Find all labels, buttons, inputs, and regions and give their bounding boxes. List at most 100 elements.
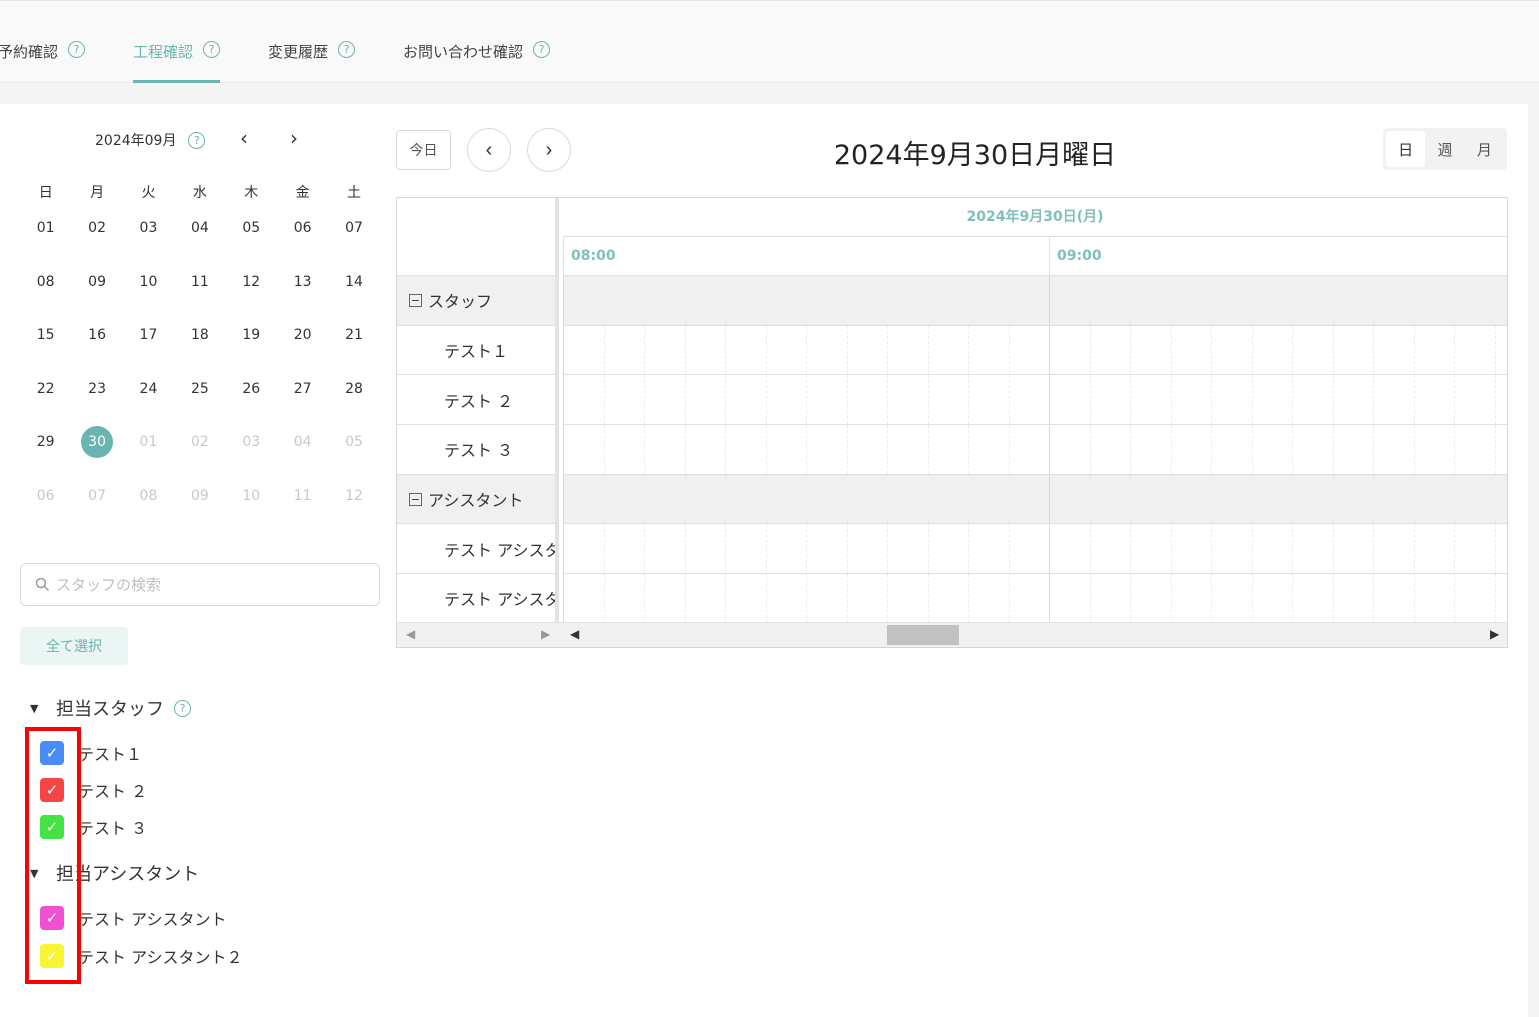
today-button[interactable]: 今日 (396, 130, 451, 170)
help-icon[interactable]: ? (338, 41, 356, 58)
calendar-day[interactable]: 04 (277, 426, 328, 480)
tab-history[interactable]: 変更履歴 ? (268, 41, 356, 83)
timeline-row[interactable] (563, 375, 1507, 426)
calendar-day[interactable]: 07 (71, 480, 122, 534)
staff-group-header[interactable]: ▼ 担当スタッフ ? (30, 695, 191, 721)
slot-gridline (887, 524, 888, 574)
calendar-day[interactable]: 20 (277, 319, 328, 373)
view-week-button[interactable]: 週 (1425, 131, 1464, 167)
calendar-day[interactable]: 11 (174, 266, 225, 320)
slot-gridline (644, 524, 645, 574)
calendar-day[interactable]: 29 (20, 426, 71, 480)
timeline-row[interactable] (563, 574, 1507, 624)
slot-gridline (603, 524, 605, 574)
calendar-day[interactable]: 24 (123, 373, 174, 427)
calendar-day[interactable]: 14 (328, 266, 379, 320)
day-number: 12 (345, 487, 363, 504)
calendar-day[interactable]: 09 (71, 266, 122, 320)
calendar-day[interactable]: 01 (123, 426, 174, 480)
mini-calendar-next-button[interactable]: › (290, 126, 298, 150)
slot-gridline (846, 524, 848, 574)
resource-label: アシスタント (428, 491, 524, 511)
slot-gridline (1413, 474, 1415, 524)
collapse-icon[interactable]: − (409, 293, 422, 307)
calendar-day[interactable]: 12 (328, 480, 379, 534)
calendar-day[interactable]: 04 (174, 212, 225, 266)
tab-reservations[interactable]: 予約確認 ? (0, 41, 86, 83)
calendar-day[interactable]: 09 (174, 480, 225, 534)
calendar-day[interactable]: 10 (123, 266, 174, 320)
caret-down-icon[interactable]: ▼ (30, 702, 46, 715)
tab-inquiries[interactable]: お問い合わせ確認 ? (403, 41, 551, 83)
slot-gridline (1373, 325, 1374, 375)
scrollbar-thumb[interactable] (887, 625, 959, 645)
mini-calendar-prev-button[interactable]: ‹ (240, 126, 248, 150)
hour-gridline (1049, 425, 1050, 474)
timeline-row[interactable] (563, 425, 1507, 475)
calendar-day[interactable]: 06 (277, 212, 328, 266)
calendar-day[interactable]: 27 (277, 373, 328, 427)
calendar-day[interactable]: 11 (277, 480, 328, 534)
help-icon[interactable]: ? (533, 41, 551, 58)
calendar-day[interactable]: 08 (20, 266, 71, 320)
calendar-day[interactable]: 21 (328, 319, 379, 373)
checkbox-label: テスト１ (78, 745, 143, 764)
resource-group-row[interactable]: − スタッフ (397, 276, 555, 326)
calendar-day[interactable]: 28 (328, 373, 379, 427)
hour-gridline (1049, 574, 1050, 623)
calendar-day[interactable]: 10 (226, 480, 277, 534)
calendar-day[interactable]: 12 (226, 266, 277, 320)
calendar-day[interactable]: 03 (123, 212, 174, 266)
help-icon[interactable]: ? (203, 41, 221, 58)
timeline-row[interactable] (563, 524, 1507, 575)
scroll-right-icon[interactable]: ▶ (1490, 627, 1499, 641)
calendar-day[interactable]: 02 (174, 426, 225, 480)
collapse-icon[interactable]: − (409, 492, 422, 506)
timeline-area[interactable]: 2024年9月30日(月) 08:00 09:00 (563, 198, 1507, 647)
calendar-day[interactable]: 03 (226, 426, 277, 480)
tab-process[interactable]: 工程確認 ? (133, 41, 221, 83)
slot-gridline (765, 425, 767, 474)
calendar-day[interactable]: 15 (20, 319, 71, 373)
timeline-row[interactable] (563, 325, 1507, 376)
view-month-button[interactable]: 月 (1465, 131, 1504, 167)
calendar-day[interactable]: 01 (20, 212, 71, 266)
help-icon[interactable]: ? (188, 131, 206, 149)
calendar-day[interactable]: 05 (328, 426, 379, 480)
slot-gridline (968, 276, 969, 325)
calendar-day-selected[interactable]: 30 (71, 426, 122, 480)
horizontal-scrollbar[interactable]: ◀ ▶ ◀ ▶ (397, 622, 1507, 647)
staff-search-input[interactable] (56, 575, 356, 594)
calendar-day[interactable]: 08 (123, 480, 174, 534)
calendar-day[interactable]: 23 (71, 373, 122, 427)
calendar-day[interactable]: 02 (71, 212, 122, 266)
help-icon[interactable]: ? (174, 699, 191, 717)
calendar-day[interactable]: 07 (328, 212, 379, 266)
calendar-day[interactable]: 17 (123, 319, 174, 373)
resource-group-row[interactable]: − アシスタント (397, 474, 555, 525)
prev-day-button[interactable]: ‹ (467, 128, 511, 172)
scroll-right-icon[interactable]: ▶ (541, 627, 550, 641)
slot-gridline (1211, 524, 1212, 574)
calendar-day[interactable]: 25 (174, 373, 225, 427)
calendar-day[interactable]: 13 (277, 266, 328, 320)
calendar-day[interactable]: 19 (226, 319, 277, 373)
calendar-day[interactable]: 06 (20, 480, 71, 534)
calendar-day[interactable]: 05 (226, 212, 277, 266)
slot-gridline (644, 474, 645, 524)
next-day-button[interactable]: › (527, 128, 571, 172)
help-icon[interactable]: ? (68, 41, 86, 58)
resource-row: テスト１ (397, 326, 555, 376)
day-number: 17 (139, 327, 158, 343)
calendar-day[interactable]: 18 (174, 319, 225, 373)
scroll-left-icon[interactable]: ◀ (406, 627, 415, 641)
calendar-day[interactable]: 26 (226, 373, 277, 427)
select-all-button[interactable]: 全て選択 (20, 627, 128, 665)
calendar-day[interactable]: 16 (71, 319, 122, 373)
calendar-day[interactable]: 22 (20, 373, 71, 427)
timeline-row[interactable] (563, 474, 1507, 525)
timeline-row[interactable] (563, 276, 1507, 326)
scroll-left-icon[interactable]: ◀ (570, 627, 579, 641)
weekday-label: 土 (347, 185, 362, 201)
view-day-button[interactable]: 日 (1386, 131, 1426, 167)
